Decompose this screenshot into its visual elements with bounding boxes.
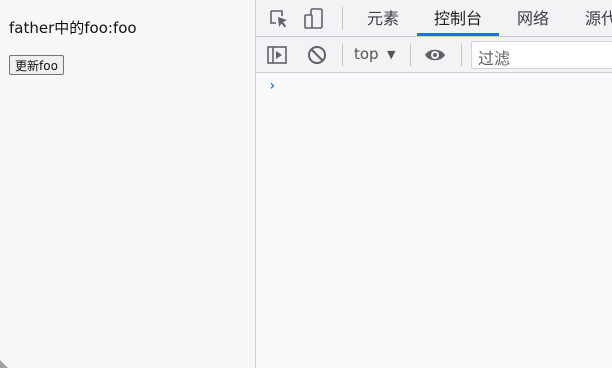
console-toolbar: top ▼ 过滤: [256, 37, 612, 73]
toolbar-separator: [461, 44, 462, 66]
devtools-tabbar: 元素 控制台 网络 源代: [256, 0, 612, 37]
console-prompt-icon[interactable]: ›: [268, 78, 276, 94]
sidebar-toggle-icon[interactable]: [266, 44, 288, 66]
tab-elements[interactable]: 元素: [356, 0, 410, 36]
active-tab-indicator: [417, 33, 499, 36]
tab-console[interactable]: 控制台: [419, 0, 497, 36]
tabbar-separator: [342, 7, 343, 30]
page-viewport: father中的foo:foo 更新foo: [0, 0, 255, 368]
devtools-panel: 元素 控制台 网络 源代 top ▼ 过滤 ›: [256, 0, 612, 368]
context-selector[interactable]: top: [354, 45, 379, 63]
clear-console-icon[interactable]: [306, 44, 328, 66]
console-output[interactable]: ›: [256, 74, 612, 368]
tab-sources[interactable]: 源代: [574, 0, 612, 36]
page-text: father中的foo:foo: [9, 19, 137, 37]
tab-network[interactable]: 网络: [506, 0, 560, 36]
dropdown-triangle-icon[interactable]: ▼: [387, 48, 395, 61]
resize-corner-icon: [0, 360, 8, 368]
filter-input[interactable]: 过滤: [471, 41, 612, 69]
eye-icon[interactable]: [424, 44, 446, 66]
device-toolbar-icon[interactable]: [302, 7, 326, 31]
toolbar-separator: [410, 44, 411, 66]
toolbar-separator: [342, 44, 343, 66]
inspect-element-icon[interactable]: [267, 7, 291, 31]
update-foo-button[interactable]: 更新foo: [9, 55, 64, 75]
